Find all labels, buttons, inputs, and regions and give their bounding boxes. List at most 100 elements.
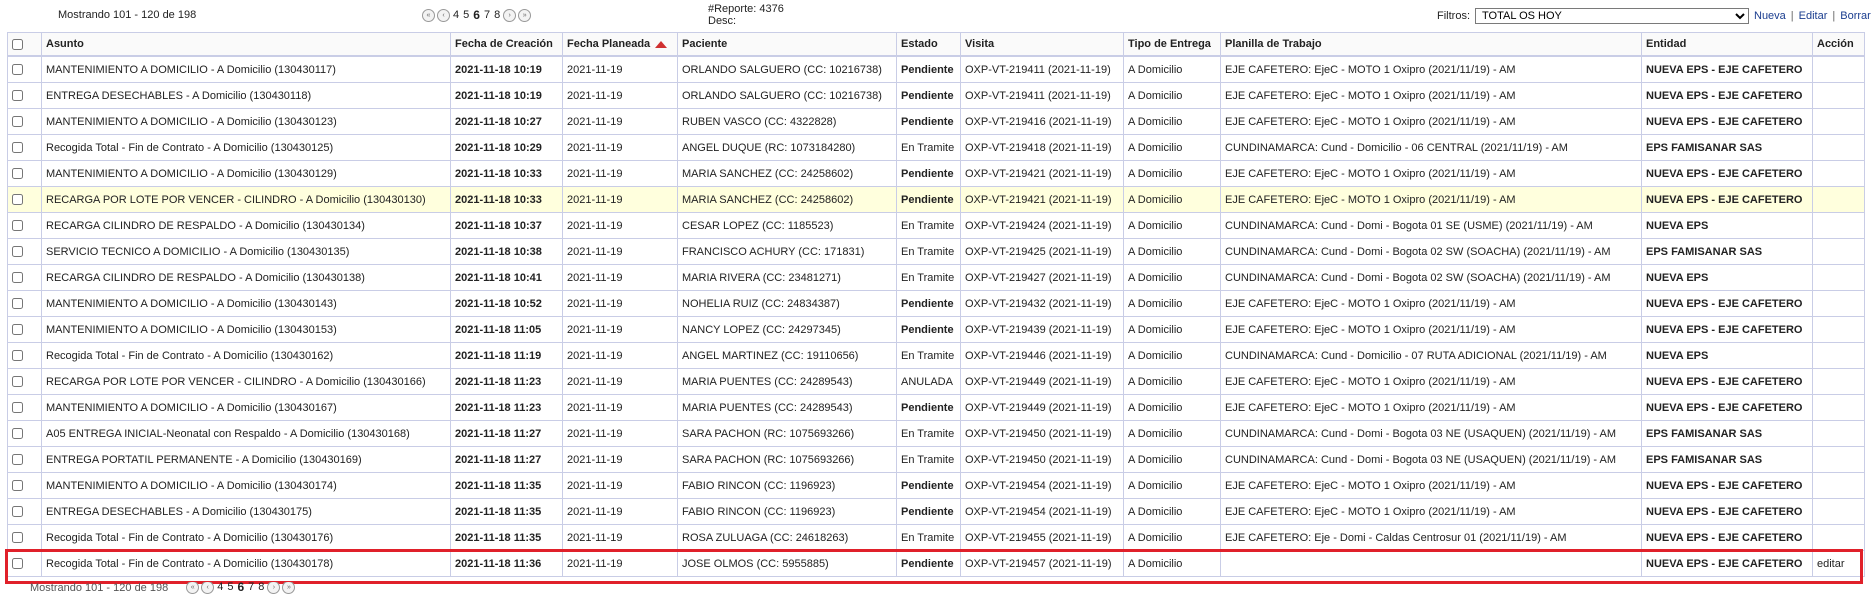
- table-row[interactable]: ENTREGA DESECHABLES - A Domicilio (13043…: [7, 82, 1865, 109]
- cell-fecha-creacion: 2021-11-18 11:36: [450, 550, 563, 577]
- row-checkbox[interactable]: [12, 298, 23, 310]
- row-checkbox[interactable]: [12, 454, 23, 466]
- row-checkbox[interactable]: [12, 90, 23, 102]
- next-page-icon[interactable]: ›: [267, 582, 281, 594]
- page-5-link[interactable]: 5: [226, 582, 234, 593]
- row-checkbox[interactable]: [12, 272, 23, 284]
- cell-fecha-planeada: 2021-11-19: [562, 420, 678, 447]
- row-checkbox[interactable]: [12, 428, 23, 440]
- table-row[interactable]: RECARGA POR LOTE POR VENCER - CILINDRO -…: [7, 186, 1865, 213]
- edit-row-link[interactable]: editar: [1817, 558, 1845, 570]
- cell-paciente: ROSA ZULUAGA (CC: 24618263): [677, 524, 897, 551]
- page-7-link[interactable]: 7: [483, 9, 491, 21]
- row-checkbox[interactable]: [12, 402, 23, 414]
- cell-accion: [1812, 316, 1865, 343]
- col-visita[interactable]: Visita: [960, 32, 1124, 57]
- row-checkbox[interactable]: [12, 220, 23, 232]
- table-row[interactable]: SERVICIO TECNICO A DOMICILIO - A Domicil…: [7, 238, 1865, 265]
- table-row[interactable]: RECARGA CILINDRO DE RESPALDO - A Domicil…: [7, 212, 1865, 239]
- col-tipo-entrega[interactable]: Tipo de Entrega: [1123, 32, 1221, 57]
- page-7-link[interactable]: 7: [247, 582, 255, 593]
- row-checkbox[interactable]: [12, 480, 23, 492]
- bottom-toolbar: Mostrando 101 - 120 de 198 « ‹ 4 5 6 7 8…: [30, 582, 296, 594]
- cell-paciente: NANCY LOPEZ (CC: 24297345): [677, 316, 897, 343]
- row-checkbox[interactable]: [12, 168, 23, 180]
- col-asunto[interactable]: Asunto: [41, 32, 451, 57]
- row-checkbox[interactable]: [12, 558, 23, 570]
- table-row[interactable]: Recogida Total - Fin de Contrato - A Dom…: [7, 550, 1865, 577]
- table-row[interactable]: MANTENIMIENTO A DOMICILIO - A Domicilio …: [7, 290, 1865, 317]
- table-row[interactable]: MANTENIMIENTO A DOMICILIO - A Domicilio …: [7, 394, 1865, 421]
- cell-planilla: CUNDINAMARCA: Cund - Domicilio - 07 RUTA…: [1220, 342, 1642, 369]
- row-checkbox[interactable]: [12, 116, 23, 128]
- table-row[interactable]: Recogida Total - Fin de Contrato - A Dom…: [7, 134, 1865, 161]
- row-checkbox[interactable]: [12, 350, 23, 362]
- col-accion: Acción: [1812, 32, 1865, 57]
- table-row[interactable]: A05 ENTREGA INICIAL-Neonatal con Respald…: [7, 420, 1865, 447]
- prev-page-icon[interactable]: ‹: [437, 8, 450, 22]
- table-row[interactable]: MANTENIMIENTO A DOMICILIO - A Domicilio …: [7, 108, 1865, 135]
- col-fecha-creacion[interactable]: Fecha de Creación: [450, 32, 563, 57]
- first-page-icon[interactable]: «: [186, 582, 200, 594]
- cell-fecha-creacion: 2021-11-18 10:33: [450, 186, 563, 213]
- table-row[interactable]: RECARGA CILINDRO DE RESPALDO - A Domicil…: [7, 264, 1865, 291]
- col-planilla[interactable]: Planilla de Trabajo: [1220, 32, 1642, 57]
- row-checkbox[interactable]: [12, 532, 23, 544]
- row-checkbox[interactable]: [12, 506, 23, 518]
- col-estado[interactable]: Estado: [896, 32, 961, 57]
- page-4-link[interactable]: 4: [452, 9, 460, 21]
- cell-entidad: NUEVA EPS - EJE CAFETERO: [1641, 472, 1813, 499]
- table-row[interactable]: MANTENIMIENTO A DOMICILIO - A Domicilio …: [7, 55, 1865, 83]
- filter-select[interactable]: TOTAL OS HOY: [1475, 8, 1749, 24]
- cell-entidad: EPS FAMISANAR SAS: [1641, 134, 1813, 161]
- next-page-icon[interactable]: ›: [503, 8, 517, 22]
- page-8-link[interactable]: 8: [257, 582, 265, 593]
- first-page-icon[interactable]: «: [422, 8, 435, 22]
- table-row[interactable]: Recogida Total - Fin de Contrato - A Dom…: [7, 524, 1865, 551]
- last-page-icon[interactable]: »: [518, 8, 532, 22]
- page-5-link[interactable]: 5: [462, 9, 470, 21]
- cell-entidad: NUEVA EPS - EJE CAFETERO: [1641, 160, 1813, 187]
- prev-page-icon[interactable]: ‹: [201, 582, 215, 594]
- cell-visita: OXP-VT-219449 (2021-11-19): [960, 394, 1124, 421]
- table-row[interactable]: ENTREGA DESECHABLES - A Domicilio (13043…: [7, 498, 1865, 525]
- row-checkbox[interactable]: [12, 324, 23, 336]
- new-filter-link[interactable]: Nueva: [1754, 10, 1786, 22]
- row-checkbox[interactable]: [12, 64, 23, 76]
- table-row[interactable]: MANTENIMIENTO A DOMICILIO - A Domicilio …: [7, 160, 1865, 187]
- edit-filter-link[interactable]: Editar: [1799, 10, 1828, 22]
- row-checkbox[interactable]: [12, 246, 23, 258]
- row-checkbox-cell: [7, 498, 42, 525]
- table-row[interactable]: Recogida Total - Fin de Contrato - A Dom…: [7, 342, 1865, 369]
- page-8-link[interactable]: 8: [493, 9, 501, 21]
- row-checkbox[interactable]: [12, 376, 23, 388]
- cell-accion: [1812, 342, 1865, 369]
- cell-asunto: RECARGA CILINDRO DE RESPALDO - A Domicil…: [41, 212, 451, 239]
- col-entidad[interactable]: Entidad: [1641, 32, 1813, 57]
- page-4-link[interactable]: 4: [216, 582, 224, 593]
- cell-visita: OXP-VT-219411 (2021-11-19): [960, 55, 1124, 83]
- table-row[interactable]: MANTENIMIENTO A DOMICILIO - A Domicilio …: [7, 316, 1865, 343]
- cell-planilla: EJE CAFETERO: EjeC - MOTO 1 Oxipro (2021…: [1220, 160, 1642, 187]
- col-paciente[interactable]: Paciente: [677, 32, 897, 57]
- table-row[interactable]: RECARGA POR LOTE POR VENCER - CILINDRO -…: [7, 368, 1865, 395]
- cell-tipo-entrega: A Domicilio: [1123, 446, 1221, 473]
- col-fecha-planeada[interactable]: Fecha Planeada: [562, 32, 678, 57]
- select-all-checkbox[interactable]: [12, 38, 23, 50]
- cell-asunto: Recogida Total - Fin de Contrato - A Dom…: [41, 524, 451, 551]
- table-row[interactable]: MANTENIMIENTO A DOMICILIO - A Domicilio …: [7, 472, 1865, 499]
- row-checkbox[interactable]: [12, 142, 23, 154]
- cell-asunto: MANTENIMIENTO A DOMICILIO - A Domicilio …: [41, 290, 451, 317]
- report-description: Desc:: [708, 15, 737, 27]
- report-info: #Reporte: 4376 Desc:: [708, 3, 784, 27]
- cell-visita: OXP-VT-219418 (2021-11-19): [960, 134, 1124, 161]
- table-row[interactable]: ENTREGA PORTATIL PERMANENTE - A Domicili…: [7, 446, 1865, 473]
- last-page-icon[interactable]: »: [282, 582, 296, 594]
- cell-estado: Pendiente: [896, 186, 961, 213]
- row-checkbox[interactable]: [12, 194, 23, 206]
- cell-accion: editar: [1812, 550, 1865, 577]
- row-checkbox-cell: [7, 160, 42, 187]
- delete-filter-link[interactable]: Borrar: [1840, 10, 1871, 22]
- cell-planilla: EJE CAFETERO: EjeC - MOTO 1 Oxipro (2021…: [1220, 55, 1642, 83]
- cell-fecha-planeada: 2021-11-19: [562, 108, 678, 135]
